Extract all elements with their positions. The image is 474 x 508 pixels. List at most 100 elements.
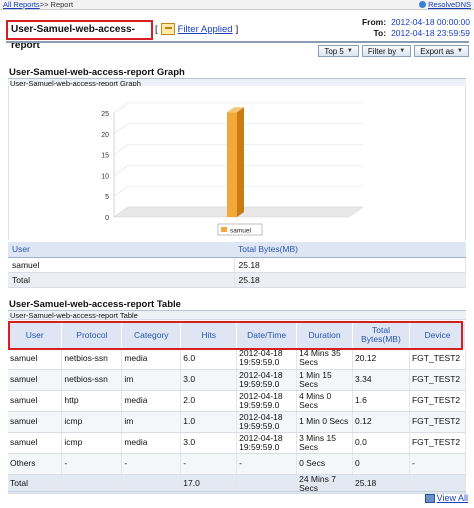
col-header-category[interactable]: Category [121, 322, 182, 348]
table-cell: - [61, 453, 123, 475]
y-tick-label: 25 [101, 111, 109, 118]
y-tick-label: 15 [101, 153, 109, 160]
table-cell: im [121, 369, 182, 391]
col-header-user[interactable]: User [8, 322, 63, 348]
table-cell: 2012-04-18 19:59:59.0 [236, 369, 298, 391]
chevron-down-icon: ▼ [346, 48, 353, 54]
breadcrumb: All Reports>> Report [3, 0, 73, 9]
filter-icon[interactable] [160, 23, 175, 35]
col-header-hits[interactable]: Hits [180, 322, 238, 348]
grid-line [113, 123, 129, 135]
view-all-icon [424, 493, 435, 503]
col-header-device[interactable]: Device [409, 322, 467, 348]
resolve-dns-label: ResolveDNS [428, 0, 471, 9]
detail-table: User Protocol Category Hits Date/Time Du… [8, 322, 467, 494]
table-cell: 2012-04-18 19:59:59.0 [236, 432, 298, 454]
to-value: 2012-04-18 23:59:59 [391, 28, 470, 38]
export-as-label: Export as [420, 46, 455, 56]
y-tick-label: 20 [101, 132, 109, 139]
table-cell: 4 Mins 0 Secs [296, 390, 354, 412]
table-bottom-divider [8, 491, 466, 492]
table-row: samuel icmp im 1.0 2012-04-18 19:59:59.0 1 Mi… [8, 411, 467, 433]
breadcrumb-all-reports-link[interactable]: All Reports [3, 0, 40, 9]
date-range: From: 2012-04-18 00:00:00 To: 2012-04-18 2… [362, 17, 470, 39]
table-cell: icmp [61, 411, 123, 433]
grid-line [113, 102, 129, 114]
report-toolbar: Top 5 ▼ Filter by ▼ Export as ▼ [318, 45, 469, 57]
table-cell: 1 Min 15 Secs [296, 369, 354, 391]
y-tick-label: 5 [105, 194, 109, 201]
bar-side [237, 107, 244, 217]
col-header-protocol[interactable]: Protocol [61, 322, 123, 348]
table-cell: 3 Mins 15 Secs [296, 432, 354, 454]
table-cell: 20.12 [352, 348, 410, 370]
table-cell: Others [8, 453, 63, 475]
dns-icon [419, 1, 427, 8]
top-n-label: Top 5 [324, 46, 344, 56]
summary-header-total-bytes[interactable]: Total Bytes(MB) [234, 242, 466, 258]
table-cell: icmp [61, 432, 123, 454]
table-row: samuel http media 2.0 2012-04-18 19:59:59.0 4… [8, 390, 467, 412]
table-cell: 1.6 [352, 390, 410, 412]
table-cell: samuel [8, 390, 63, 412]
table-cell: im [121, 411, 182, 433]
export-as-dropdown[interactable]: Export as ▼ [414, 45, 469, 57]
summary-cell: samuel [8, 257, 235, 273]
filter-applied-link[interactable]: Filter Applied [178, 24, 233, 35]
table-cell: 0 Secs [296, 453, 354, 475]
table-cell: 0.12 [352, 411, 410, 433]
table-cell: 3.0 [180, 432, 238, 454]
y-tick-label: 0 [105, 215, 109, 222]
table-row: samuel icmp media 3.0 2012-04-18 19:59:59.0 3… [8, 432, 467, 454]
col-header-total-bytes[interactable]: Total Bytes(MB) [352, 322, 410, 348]
col-header-datetime[interactable]: Date/Time [236, 322, 298, 348]
report-title: User-Samuel-web-access-report [6, 20, 153, 51]
summary-cell: 25.18 [234, 272, 466, 288]
table-cell: FGT_TEST2 [409, 369, 467, 391]
view-all-label: View All [436, 493, 468, 503]
table-cell: media [121, 432, 182, 454]
bar-chart: 0 5 10 15 20 25 samuel [101, 102, 364, 236]
table-cell: 3.34 [352, 369, 410, 391]
table-cell: FGT_TEST2 [409, 390, 467, 412]
col-header-duration[interactable]: Duration [296, 322, 354, 348]
table-cell: 3.0 [180, 369, 238, 391]
from-label: From: [361, 17, 387, 27]
table-cell: 14 Mins 35 Secs [296, 348, 354, 370]
grid-line [113, 185, 129, 197]
table-cell: 6.0 [180, 348, 238, 370]
table-cell: 0 [352, 453, 410, 475]
summary-total-row: Total 25.18 [8, 272, 466, 288]
table-cell: FGT_TEST2 [409, 411, 467, 433]
top-n-dropdown[interactable]: Top 5 ▼ [318, 45, 359, 57]
filter-by-label: Filter by [367, 46, 397, 56]
filter-by-dropdown[interactable]: Filter by ▼ [361, 45, 412, 57]
table-cell: samuel [8, 369, 63, 391]
table-cell: samuel [8, 348, 63, 370]
table-cell: 1 Min 0 Secs [296, 411, 354, 433]
grid-line [113, 144, 129, 155]
table-cell: media [121, 348, 182, 370]
grid-line [113, 165, 129, 176]
resolve-dns-link[interactable]: ResolveDNS [419, 0, 471, 9]
table-cell: 2012-04-18 19:59:59.0 [236, 411, 298, 433]
table-cell: 1.0 [180, 411, 238, 433]
table-cell: - [121, 453, 182, 475]
filter-bracket-close: ] [235, 23, 239, 35]
summary-cell: Total [8, 272, 235, 288]
breadcrumb-separator: >> [39, 0, 49, 9]
summary-header-user[interactable]: User [8, 242, 234, 258]
table-cell: media [121, 390, 182, 412]
table-cell: samuel [8, 432, 63, 454]
table-cell: - [409, 453, 467, 475]
table-cell: - [236, 453, 298, 475]
legend-swatch [221, 227, 227, 232]
summary-table: User Total Bytes(MB) samuel 25.18 Total … [8, 242, 466, 288]
chevron-down-icon: ▼ [457, 48, 463, 54]
from-value: 2012-04-18 00:00:00 [391, 17, 470, 27]
graph-section-title: User-Samuel-web-access-report Graph [9, 67, 185, 78]
table-subheader: User-Samuel-web-access-report Table [8, 310, 466, 320]
view-all-link[interactable]: View All [424, 493, 468, 503]
top-bar: All Reports>> Report ResolveDNS [0, 0, 474, 10]
table-cell: 2012-04-18 19:59:59.0 [236, 348, 298, 370]
